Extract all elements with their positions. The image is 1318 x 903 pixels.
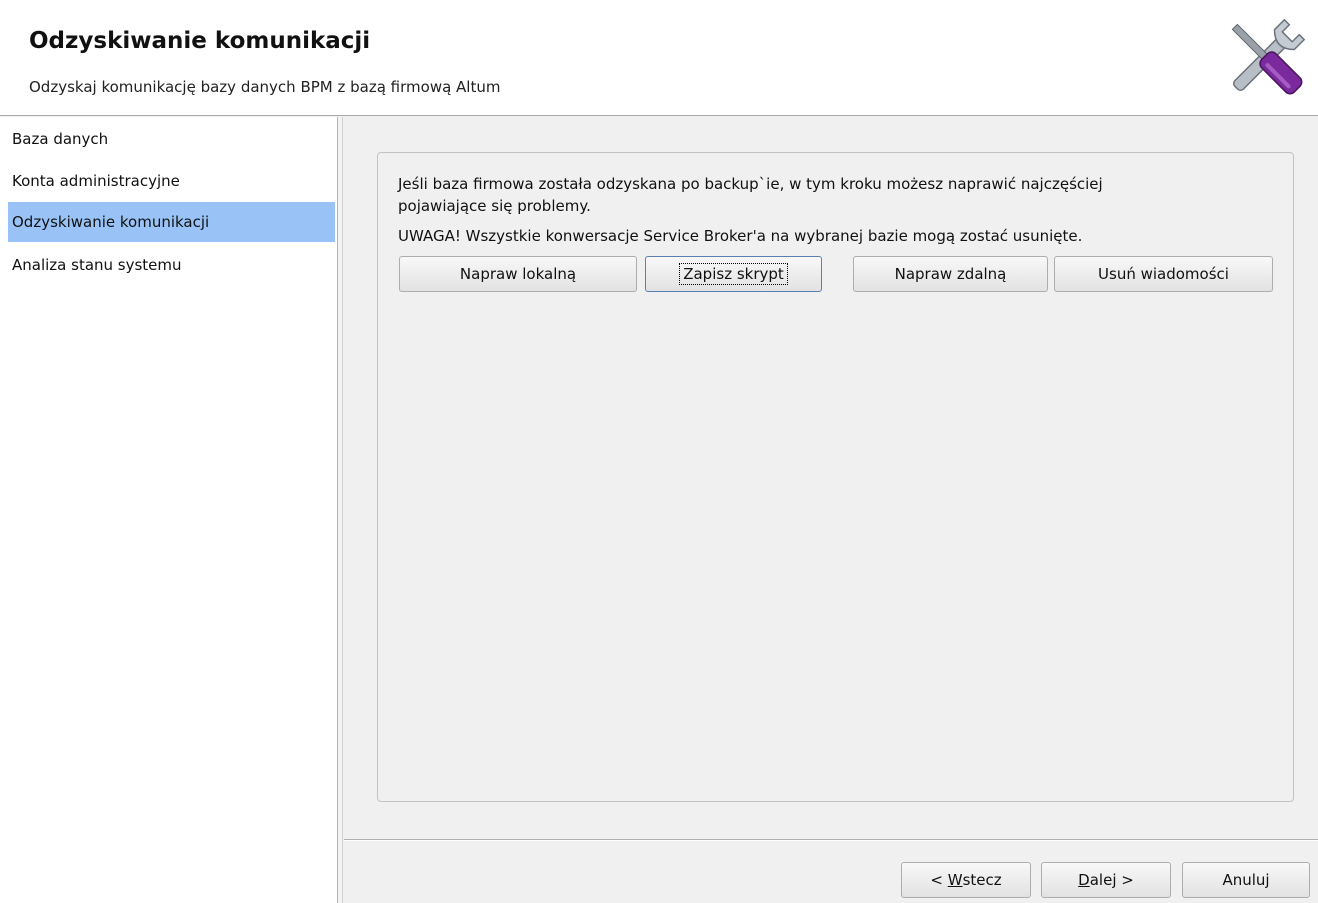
- next-mnemonic: D: [1078, 871, 1090, 889]
- back-button[interactable]: < Wstecz: [901, 862, 1031, 898]
- sidebar-item-database[interactable]: Baza danych: [8, 119, 335, 159]
- page-subtitle: Odzyskaj komunikację bazy danych BPM z b…: [29, 78, 501, 96]
- repair-remote-button[interactable]: Napraw zdalną: [853, 256, 1048, 292]
- next-rest: alej >: [1089, 871, 1134, 889]
- cancel-button[interactable]: Anuluj: [1182, 862, 1310, 898]
- tools-icon: [1231, 18, 1306, 95]
- save-script-button[interactable]: Zapisz skrypt: [645, 256, 822, 292]
- content-panel: Jeśli baza firmowa została odzyskana po …: [377, 152, 1294, 802]
- wizard-steps-sidebar: Baza danych Konta administracyjne Odzysk…: [0, 117, 338, 903]
- repair-local-label: Napraw lokalną: [459, 265, 577, 283]
- info-text-line2: pojawiające się problemy.: [398, 197, 591, 215]
- info-text-line1: Jeśli baza firmowa została odzyskana po …: [398, 175, 1103, 193]
- sidebar-splitter[interactable]: [338, 117, 343, 903]
- delete-messages-label: Usuń wiadomości: [1098, 265, 1229, 283]
- back-mnemonic: W: [947, 871, 963, 889]
- delete-messages-button[interactable]: Usuń wiadomości: [1054, 256, 1273, 292]
- warning-text: UWAGA! Wszystkie konwersacje Service Bro…: [398, 227, 1083, 245]
- wizard-header: Odzyskiwanie komunikacji Odzyskaj komuni…: [0, 0, 1318, 116]
- save-script-label: Zapisz skrypt: [679, 263, 788, 285]
- page-title: Odzyskiwanie komunikacji: [29, 28, 371, 54]
- next-button[interactable]: Dalej >: [1041, 862, 1171, 898]
- footer-separator: [344, 839, 1318, 841]
- back-rest: stecz: [962, 871, 1002, 889]
- cancel-label: Anuluj: [1222, 871, 1270, 889]
- repair-remote-label: Napraw zdalną: [894, 265, 1007, 283]
- repair-local-button[interactable]: Napraw lokalną: [399, 256, 637, 292]
- sidebar-item-system-analysis[interactable]: Analiza stanu systemu: [8, 245, 335, 285]
- back-prefix: <: [930, 871, 948, 889]
- sidebar-item-communication-recovery[interactable]: Odzyskiwanie komunikacji: [8, 202, 335, 242]
- sidebar-item-admin-accounts[interactable]: Konta administracyjne: [8, 161, 335, 201]
